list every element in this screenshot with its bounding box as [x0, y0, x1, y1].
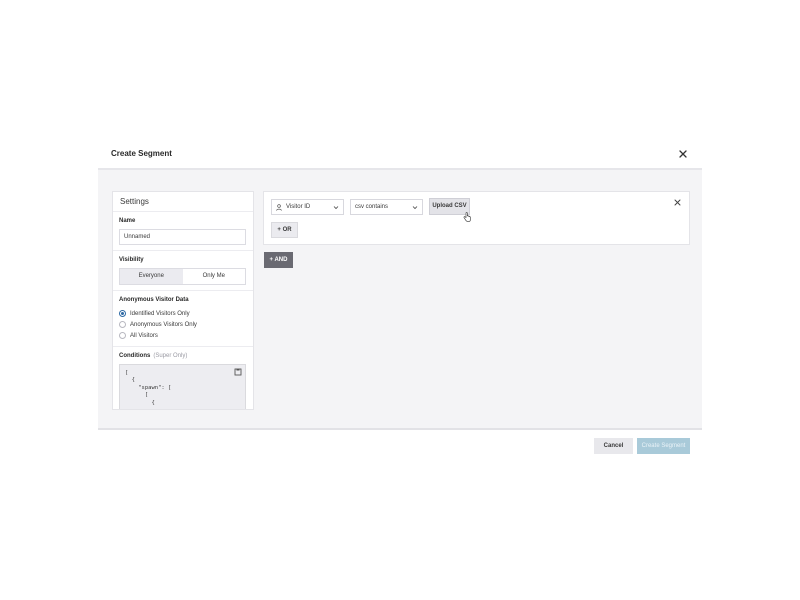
- operator-select[interactable]: csv contains: [350, 199, 423, 215]
- hand-cursor-icon: [463, 212, 471, 222]
- chevron-down-icon: [412, 206, 418, 210]
- radio-all-visitors[interactable]: All Visitors: [119, 330, 247, 341]
- cancel-button[interactable]: Cancel: [594, 438, 633, 454]
- radio-identified-visitors[interactable]: Identified Visitors Only: [119, 308, 247, 319]
- rule-group-card: Visitor ID csv contains Upload CSV + OR: [263, 191, 690, 245]
- modal-body: Settings Name Unnamed Visibility Everyon…: [98, 170, 702, 430]
- settings-title: Settings: [113, 192, 253, 212]
- anonymous-data-label: Anonymous Visitor Data: [119, 297, 189, 303]
- copy-icon[interactable]: [234, 368, 242, 376]
- create-segment-modal: Create Segment Settings Name Unnamed Vis…: [98, 139, 702, 461]
- modal-title: Create Segment: [111, 149, 172, 158]
- name-input[interactable]: Unnamed: [119, 229, 246, 245]
- visibility-toggle: Everyone Only Me: [119, 268, 246, 285]
- radio-checked-icon[interactable]: [119, 310, 126, 317]
- add-or-condition-button[interactable]: + OR: [271, 222, 298, 238]
- conditions-code-editor[interactable]: [ { "spawn": [ [ {: [119, 364, 246, 409]
- create-segment-button[interactable]: Create Segment: [637, 438, 690, 454]
- radio-anonymous-visitors[interactable]: Anonymous Visitors Only: [119, 319, 247, 330]
- radio-label: All Visitors: [130, 332, 158, 339]
- add-and-condition-button[interactable]: + AND: [264, 252, 293, 268]
- name-label: Name: [119, 218, 136, 224]
- anonymous-data-section: Anonymous Visitor Data Identified Visito…: [113, 291, 253, 347]
- operator-select-value: csv contains: [355, 204, 389, 210]
- visibility-only-me-option[interactable]: Only Me: [183, 269, 246, 284]
- modal-header: Create Segment: [98, 139, 702, 170]
- conditions-label: Conditions (Super Only): [119, 353, 247, 359]
- visibility-section: Visibility Everyone Only Me: [113, 251, 253, 291]
- attribute-select-value: Visitor ID: [286, 204, 311, 210]
- remove-rule-icon[interactable]: [673, 198, 682, 207]
- settings-panel: Settings Name Unnamed Visibility Everyon…: [112, 191, 254, 410]
- radio-unchecked-icon[interactable]: [119, 332, 126, 339]
- radio-unchecked-icon[interactable]: [119, 321, 126, 328]
- chevron-down-icon: [333, 206, 339, 210]
- attribute-select[interactable]: Visitor ID: [271, 199, 344, 215]
- person-icon: [276, 203, 282, 211]
- close-icon[interactable]: [677, 148, 689, 160]
- name-section: Name Unnamed: [113, 212, 253, 251]
- conditions-code: [ { "spawn": [ [ {: [125, 370, 172, 406]
- conditions-note: (Super Only): [153, 353, 188, 359]
- visibility-everyone-option[interactable]: Everyone: [120, 269, 183, 284]
- conditions-label-text: Conditions: [119, 353, 151, 359]
- radio-label: Identified Visitors Only: [130, 310, 190, 317]
- conditions-section: Conditions (Super Only) [ { "spawn": [ [ …: [113, 347, 253, 409]
- radio-label: Anonymous Visitors Only: [130, 321, 197, 328]
- visibility-label: Visibility: [119, 257, 144, 263]
